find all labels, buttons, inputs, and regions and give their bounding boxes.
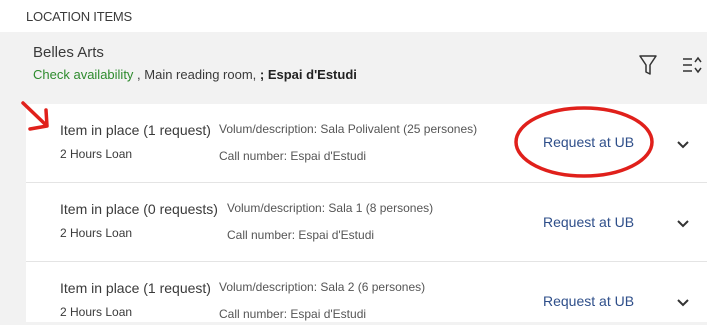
location-details: Check availability , Main reading room, …: [33, 67, 357, 82]
item-description: Volum/description: Sala 1 (8 persones): [227, 201, 434, 215]
item-description: Volum/description: Sala 2 (6 persones): [219, 280, 426, 294]
request-button[interactable]: Request at UB: [543, 134, 634, 150]
location-name: Belles Arts: [33, 44, 104, 61]
item-loan-policy: 2 Hours Loan: [60, 226, 133, 240]
item-status: Item in place (1 request): [60, 122, 211, 138]
chevron-down-icon[interactable]: [676, 298, 690, 308]
request-button[interactable]: Request at UB: [543, 293, 634, 309]
chevron-down-icon[interactable]: [676, 219, 690, 229]
chevron-down-icon[interactable]: [676, 140, 690, 150]
item-loan-policy: 2 Hours Loan: [60, 305, 133, 319]
items-list: Item in place (1 request) 2 Hours Loan V…: [26, 104, 707, 322]
location-header: Belles Arts Check availability , Main re…: [26, 32, 707, 104]
item-call-number: Call number: Espai d'Estudi: [219, 307, 367, 321]
list-item: Item in place (0 requests) 2 Hours Loan …: [26, 183, 707, 262]
header-strip: LOCATION ITEMS: [0, 0, 707, 32]
section-title: LOCATION ITEMS: [26, 9, 133, 24]
request-button[interactable]: Request at UB: [543, 214, 634, 230]
list-item: Item in place (1 request) 2 Hours Loan V…: [26, 262, 707, 322]
check-availability-link[interactable]: Check availability: [33, 67, 133, 82]
item-status: Item in place (0 requests): [60, 201, 218, 217]
location-room: , Main reading room,: [133, 67, 260, 82]
item-status: Item in place (1 request): [60, 280, 211, 296]
item-call-number: Call number: Espai d'Estudi: [219, 149, 367, 163]
list-item: Item in place (1 request) 2 Hours Loan V…: [26, 104, 707, 183]
item-loan-policy: 2 Hours Loan: [60, 147, 133, 161]
item-call-number: Call number: Espai d'Estudi: [227, 228, 375, 242]
item-description: Volum/description: Sala Polivalent (25 p…: [219, 122, 478, 136]
location-items-panel: LOCATION ITEMS Belles Arts Check availab…: [0, 0, 707, 325]
filter-icon[interactable]: [639, 54, 657, 76]
location-sublocation: ; Espai d'Estudi: [259, 67, 357, 82]
sort-icon[interactable]: [682, 56, 702, 74]
